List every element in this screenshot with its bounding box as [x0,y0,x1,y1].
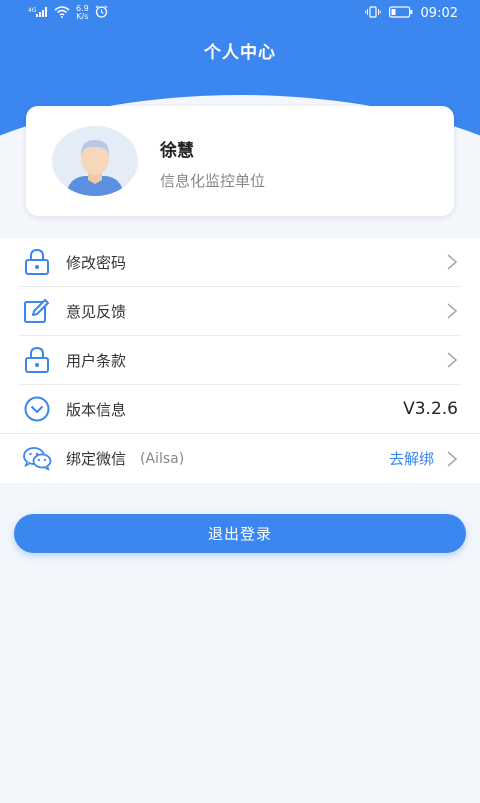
menu-list: 修改密码 意见反馈 用户条款 版本信息 V3.2.6 绑定微信 (Ailsa) … [0,238,480,483]
chevron-right-icon [447,450,458,467]
chevron-right-icon [447,303,458,319]
change-password-label: 修改密码 [66,253,127,272]
wechat-account: (Ailsa) [140,450,185,467]
network-type: 4G [28,7,37,14]
battery-icon [388,6,413,21]
status-right: 09:02 [364,6,458,21]
status-bar: 4G 6.9 K/s 09:02 [0,0,480,28]
lock-icon [22,247,52,277]
profile-card[interactable]: 徐慧 信息化监控单位 [26,106,454,216]
chevron-right-icon [447,352,458,368]
version-label: 版本信息 [66,400,127,419]
page-title: 个人中心 [204,43,276,63]
alarm-icon [95,5,108,21]
lock-icon [22,345,52,375]
wechat-icon [22,444,52,474]
status-time: 09:02 [420,6,458,21]
profile-organization: 信息化监控单位 [160,172,266,190]
wifi-icon [54,5,70,21]
terms-label: 用户条款 [66,351,127,370]
status-left: 4G 6.9 K/s [28,5,108,21]
user-avatar-icon [52,126,138,196]
vibrate-icon [364,6,381,21]
logout-button[interactable]: 退出登录 [14,514,466,553]
menu-item-version[interactable]: 版本信息 V3.2.6 [0,385,480,434]
menu-item-change-password[interactable]: 修改密码 [18,238,462,287]
unbind-link[interactable]: 去解绑 [389,448,434,469]
avatar[interactable] [52,126,138,196]
version-value: V3.2.6 [403,399,458,419]
menu-item-feedback[interactable]: 意见反馈 [18,287,462,336]
network-speed: 6.9 K/s [76,5,89,21]
signal-icon: 4G [28,6,48,21]
feedback-label: 意见反馈 [66,302,127,321]
menu-item-wechat[interactable]: 绑定微信 (Ailsa) 去解绑 [0,434,480,483]
screen: 4G 6.9 K/s 09:02 个人中心 徐慧 信息化监控单位 修改密码 意见… [0,0,480,803]
profile-name: 徐慧 [160,141,194,161]
wechat-label: 绑定微信 [66,450,127,468]
menu-item-terms[interactable]: 用户条款 [18,336,462,385]
edit-icon [22,296,52,326]
speed-unit: K/s [76,12,89,21]
chevron-circle-icon [22,394,52,424]
chevron-right-icon [447,254,458,270]
